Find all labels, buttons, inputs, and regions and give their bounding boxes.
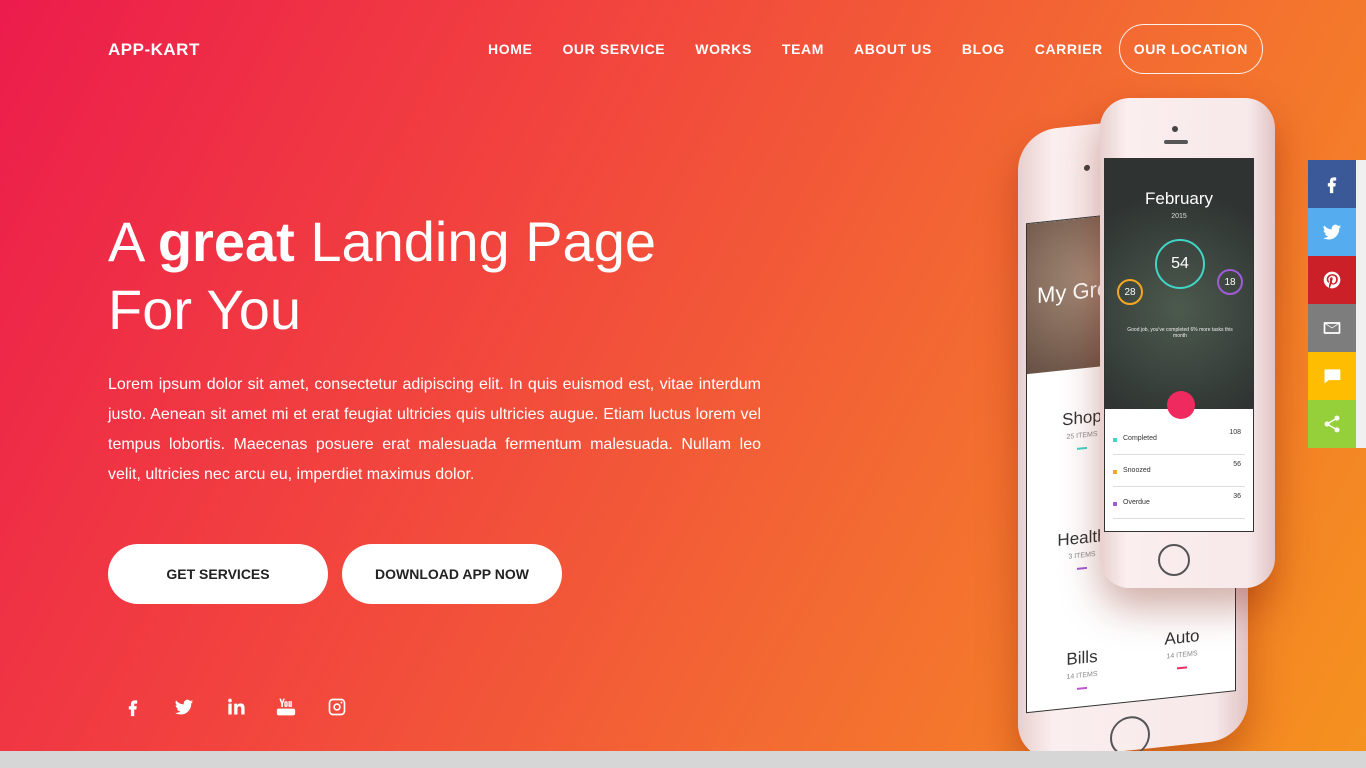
hero-title-prefix: A: [108, 210, 158, 273]
category-bar: [1077, 686, 1087, 690]
youtube-icon[interactable]: [273, 694, 299, 720]
stat-label: Overdue: [1123, 499, 1150, 506]
front-note: Good job, you've completed 6% more tasks…: [1127, 327, 1233, 339]
left-progress-ring: 28: [1117, 279, 1143, 305]
stat-value: 56: [1233, 461, 1241, 468]
hero-lead-text: Lorem ipsum dolor sit amet, consectetur …: [108, 376, 761, 483]
scrollbar[interactable]: [1356, 160, 1366, 448]
left-progress-value: 28: [1124, 286, 1136, 298]
hero-title-line2: For You: [108, 278, 302, 341]
phone-camera: [1172, 126, 1178, 132]
front-year: 2015: [1171, 213, 1187, 220]
hero-section: APP-KART HOME OUR SERVICE WORKS TEAM ABO…: [0, 0, 1366, 751]
category-auto: Auto 14 ITEMS: [1137, 623, 1227, 673]
nav-blog[interactable]: BLOG: [962, 41, 1005, 57]
linkedin-icon[interactable]: [222, 694, 248, 720]
share-facebook-icon[interactable]: [1308, 160, 1356, 208]
phone-camera: [1084, 164, 1090, 172]
phone-home-button: [1110, 714, 1150, 751]
category-bar: [1077, 566, 1087, 570]
phone-home-button: [1158, 544, 1190, 576]
stat-dot: [1113, 502, 1117, 506]
phone-front: February 2015 54 28 18 Good job, you've …: [1100, 98, 1275, 588]
stat-label: Snoozed: [1123, 467, 1151, 474]
instagram-icon[interactable]: [324, 694, 350, 720]
right-progress-ring: 18: [1217, 269, 1243, 295]
hero-title-bold: great: [157, 210, 295, 273]
stat-dot: [1113, 438, 1117, 442]
social-links: [120, 694, 375, 720]
phone-mockup: My Gro Shop 25 ITEMS Health 3 ITEMS Bill…: [1010, 90, 1300, 751]
twitter-icon[interactable]: [171, 694, 197, 720]
stat-row: Snoozed 56: [1113, 457, 1245, 487]
download-app-button[interactable]: DOWNLOAD APP NOW: [342, 544, 562, 604]
nav-carrier[interactable]: CARRIER: [1035, 41, 1103, 57]
main-progress-ring: 54: [1155, 239, 1205, 289]
nav-home[interactable]: HOME: [488, 41, 532, 57]
page-bottom-strip: [0, 751, 1366, 768]
stat-row: Completed 108: [1113, 425, 1245, 455]
share-bar: [1308, 160, 1356, 448]
front-month: February: [1144, 189, 1214, 208]
share-email-icon[interactable]: [1308, 304, 1356, 352]
stat-value: 36: [1233, 493, 1241, 500]
hero-title: A great Landing Page For You: [108, 208, 808, 344]
right-progress-value: 18: [1224, 276, 1236, 288]
fab-button: [1167, 391, 1195, 419]
brand-logo[interactable]: APP-KART: [108, 40, 200, 60]
facebook-icon[interactable]: [120, 694, 146, 720]
stat-dot: [1113, 470, 1117, 474]
phone-front-screen: February 2015 54 28 18 Good job, you've …: [1104, 158, 1254, 532]
nav-our-service[interactable]: OUR SERVICE: [562, 41, 665, 57]
phone-speaker: [1164, 140, 1188, 144]
get-services-button[interactable]: GET SERVICES: [108, 544, 328, 604]
share-pinterest-icon[interactable]: [1308, 256, 1356, 304]
main-progress-value: 54: [1171, 255, 1189, 272]
share-sms-icon[interactable]: [1308, 352, 1356, 400]
category-bills: Bills 14 ITEMS: [1037, 644, 1127, 694]
stat-value: 108: [1229, 429, 1241, 436]
nav-team[interactable]: TEAM: [782, 41, 824, 57]
nav-about-us[interactable]: ABOUT US: [854, 41, 932, 57]
nav-works[interactable]: WORKS: [695, 41, 752, 57]
category-bar: [1177, 666, 1187, 670]
share-more-icon[interactable]: [1308, 400, 1356, 448]
stat-label: Completed: [1123, 435, 1157, 442]
hero-title-rest: Landing Page: [294, 210, 656, 273]
stat-row: Overdue 36: [1113, 489, 1245, 519]
category-bar: [1077, 446, 1087, 450]
share-twitter-icon[interactable]: [1308, 208, 1356, 256]
main-nav: HOME OUR SERVICE WORKS TEAM ABOUT US BLO…: [458, 24, 1263, 74]
nav-our-location-button[interactable]: OUR LOCATION: [1118, 24, 1263, 74]
